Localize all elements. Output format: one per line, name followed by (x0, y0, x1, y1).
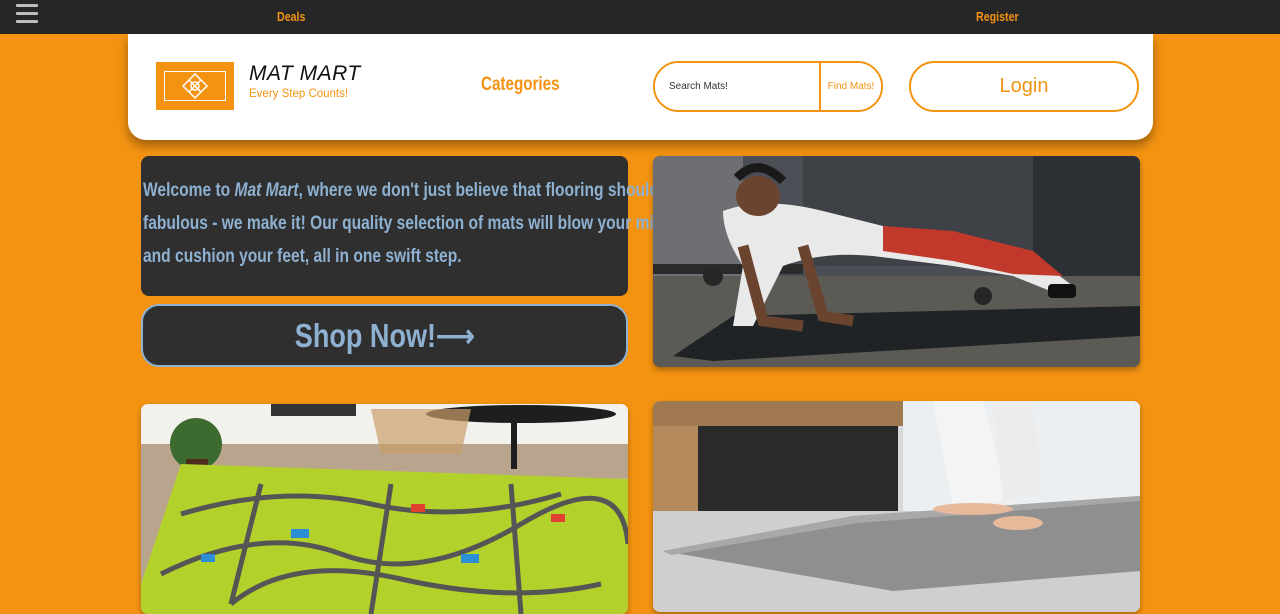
welcome-panel: Welcome to Mat Mart, where we don't just… (141, 156, 681, 296)
brand-tagline: Every Step Counts! (249, 88, 349, 100)
deals-link[interactable]: Deals (277, 9, 305, 24)
hamburger-menu-icon[interactable] (16, 4, 38, 24)
brand-logo[interactable] (156, 62, 234, 110)
welcome-text: Welcome to Mat Mart, where we don't just… (143, 180, 682, 267)
register-link[interactable]: Register (976, 9, 1019, 24)
search-input[interactable] (655, 63, 821, 110)
categories-link[interactable]: Categories (481, 74, 560, 96)
top-navbar: Deals Register (0, 0, 1280, 34)
brand-name: MAT MART (249, 62, 361, 85)
kids-roadmap-mat-photo (141, 404, 628, 614)
shop-now-button[interactable]: Shop Now!⟶ (141, 304, 628, 367)
login-button[interactable]: Login (909, 61, 1139, 112)
standing-mat-photo (653, 401, 1140, 612)
pushup-mat-photo (653, 156, 1140, 367)
welcome-brand: Mat Mart (234, 180, 299, 201)
search-bar: Find Mats! (653, 61, 883, 112)
site-header: MAT MART Every Step Counts! Categories F… (128, 34, 1153, 140)
diamond-knot-logo-icon (181, 72, 209, 100)
find-mats-button[interactable]: Find Mats! (821, 63, 881, 110)
